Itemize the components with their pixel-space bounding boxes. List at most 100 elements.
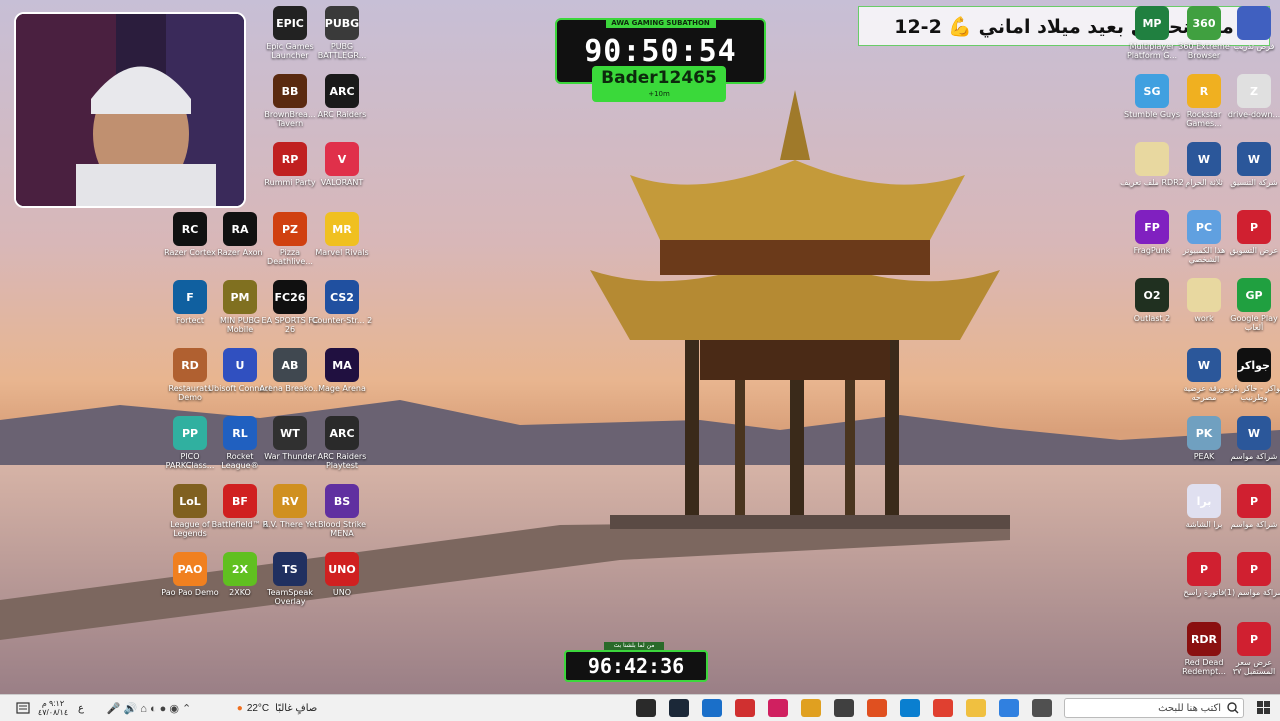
- desktop-icon-label: شراكة مواسم (1): [1223, 588, 1280, 597]
- desktop-icon[interactable]: ARC ARC Raiders: [310, 74, 374, 119]
- app-icon: 360: [1187, 6, 1221, 40]
- desktop-icon[interactable]: GP Google Play ألعاب: [1222, 278, 1280, 332]
- taskbar-app-store[interactable]: [1032, 699, 1052, 717]
- desktop-icon[interactable]: Zdrive-down...: [1222, 74, 1280, 119]
- app-icon: MP: [1135, 6, 1169, 40]
- subathon-title: AWA GAMING SUBATHON: [605, 19, 716, 28]
- app-icon: AB: [273, 348, 307, 382]
- desktop-icon[interactable]: PUBG PUBG BATTLEGR...: [310, 6, 374, 60]
- taskbar-app-steam[interactable]: [669, 699, 689, 717]
- app-icon: EPIC: [273, 6, 307, 40]
- app-icon: ARC: [325, 416, 359, 450]
- app-icon: PUBG: [325, 6, 359, 40]
- desktop-icon[interactable]: P عرض التسويق: [1222, 210, 1280, 255]
- weather-desc: صافٍ غالبًا: [275, 702, 318, 714]
- taskbar-app-obs[interactable]: [834, 699, 854, 717]
- taskbar-app-explorer[interactable]: [801, 699, 821, 717]
- taskbar-app-msn[interactable]: [867, 699, 887, 717]
- app-icon: Z: [1237, 74, 1271, 108]
- desktop-icon[interactable]: W شركة التنسيق: [1222, 142, 1280, 187]
- app-icon: RP: [273, 142, 307, 176]
- search-box[interactable]: اكتب هنا للبحث: [1064, 698, 1244, 718]
- start-button[interactable]: [1256, 699, 1272, 717]
- desktop-icon[interactable]: CS2 Counter-Str... 2: [310, 280, 374, 325]
- desktop-icon[interactable]: W شراكة مواسم: [1222, 416, 1280, 461]
- app-icon: BS: [325, 484, 359, 518]
- desktop-icon-label: Mage Arena: [318, 384, 366, 393]
- app-icon: MA: [325, 348, 359, 382]
- app-icon: PAO: [173, 552, 207, 586]
- desktop-icon-label: VALORANT: [320, 178, 364, 187]
- app-icon: F: [173, 280, 207, 314]
- app-icon: W: [1187, 142, 1221, 176]
- desktop-icon[interactable]: V VALORANT: [310, 142, 374, 187]
- weather-widget[interactable]: ● 22°C صافٍ غالبًا: [232, 699, 322, 717]
- desktop-icon[interactable]: P شراكة مواسم: [1222, 484, 1280, 529]
- desktop-icon[interactable]: MR Marvel Rivals: [310, 212, 374, 257]
- app-icon: RL: [223, 416, 257, 450]
- desktop-icon-label: PUBG BATTLEGR...: [317, 42, 367, 60]
- app-icon: GP: [1237, 278, 1271, 312]
- notification-icon[interactable]: [14, 699, 32, 717]
- app-icon: P: [1237, 210, 1271, 244]
- app-icon: U: [223, 348, 257, 382]
- desktop-icon-label: UNO: [332, 588, 352, 597]
- tray-icons: 🎤 🔊 ⌂ ◐ ● ◉ ⌃: [106, 702, 192, 715]
- desktop-icon[interactable]: جواكر جواكر - جاكر بلوت وطرنيب: [1222, 348, 1280, 402]
- desktop-icon[interactable]: MA Mage Arena: [310, 348, 374, 393]
- app-icon: RA: [223, 212, 257, 246]
- app-icon: BF: [223, 484, 257, 518]
- taskbar-app-edge[interactable]: [900, 699, 920, 717]
- taskbar-app-photos[interactable]: [999, 699, 1019, 717]
- taskbar-app-terminal[interactable]: [636, 699, 656, 717]
- system-tray[interactable]: 🎤 🔊 ⌂ ◐ ● ◉ ⌃: [94, 699, 204, 717]
- weather-temp: 22°C: [246, 702, 270, 714]
- input-language[interactable]: ع: [74, 699, 88, 717]
- desktop-icon-label: شراكة مواسم: [1230, 452, 1278, 461]
- app-icon: V: [325, 142, 359, 176]
- clock-date: ٤٧/٠٨/١٤: [37, 708, 69, 717]
- desktop-icon-label: ARC Raiders Playtest: [317, 452, 367, 470]
- app-icon: PC: [1187, 210, 1221, 244]
- app-icon: RV: [273, 484, 307, 518]
- taskbar-app-folder[interactable]: [966, 699, 986, 717]
- desktop-icon[interactable]: UNO UNO: [310, 552, 374, 597]
- taskbar-app-app[interactable]: [702, 699, 722, 717]
- taskbar-app-red-app[interactable]: [735, 699, 755, 717]
- app-icon: PK: [1187, 416, 1221, 450]
- app-icon: PZ: [273, 212, 307, 246]
- app-icon: PM: [223, 280, 257, 314]
- app-icon: [1187, 278, 1221, 312]
- app-icon: P: [1237, 622, 1271, 656]
- app-icon: 2X: [223, 552, 257, 586]
- app-icon: [1237, 6, 1271, 40]
- donor-time-added: +10m: [648, 90, 670, 98]
- desktop-icon-label: ARC Raiders: [317, 110, 367, 119]
- desktop-icon[interactable]: BS Blood Strike MENA: [310, 484, 374, 538]
- search-icon[interactable]: [1225, 699, 1241, 717]
- desktop-icon[interactable]: فرص تدريب: [1222, 6, 1280, 51]
- app-icon: SG: [1135, 74, 1169, 108]
- taskbar-app-chrome[interactable]: [933, 699, 953, 717]
- search-glyph: [1227, 702, 1239, 714]
- desktop-icon[interactable]: P عرض سعر المستقبل ٣٧: [1222, 622, 1280, 676]
- desktop-icon[interactable]: P شراكة مواسم (1): [1222, 552, 1280, 597]
- clock[interactable]: ٩:١٢ م ٤٧/٠٨/١٤: [38, 699, 68, 717]
- taskbar: ٩:١٢ م ٤٧/٠٨/١٤ ع 🎤 🔊 ⌂ ◐ ● ◉ ⌃ ● 22°C ص…: [0, 694, 1280, 721]
- taskbar-app-winrar[interactable]: [768, 699, 788, 717]
- desktop-icon-label: Blood Strike MENA: [317, 520, 367, 538]
- desktop-icon-label: drive-down...: [1227, 110, 1280, 119]
- desktop-icon-label: شركة التنسيق: [1230, 178, 1278, 187]
- webcam-feed: [16, 14, 244, 206]
- stream-uptime-timer: 96:42:36: [564, 650, 708, 682]
- app-icon: CS2: [325, 280, 359, 314]
- app-icon: UNO: [325, 552, 359, 586]
- app-icon: RC: [173, 212, 207, 246]
- windows-icon: [1257, 701, 1270, 714]
- app-icon: MR: [325, 212, 359, 246]
- app-icon: O2: [1135, 278, 1169, 312]
- subathon-timer: 90:50:54: [584, 34, 737, 69]
- notification-glyph: [16, 702, 30, 714]
- webcam-overlay: [14, 12, 246, 208]
- desktop-icon[interactable]: ARC ARC Raiders Playtest: [310, 416, 374, 470]
